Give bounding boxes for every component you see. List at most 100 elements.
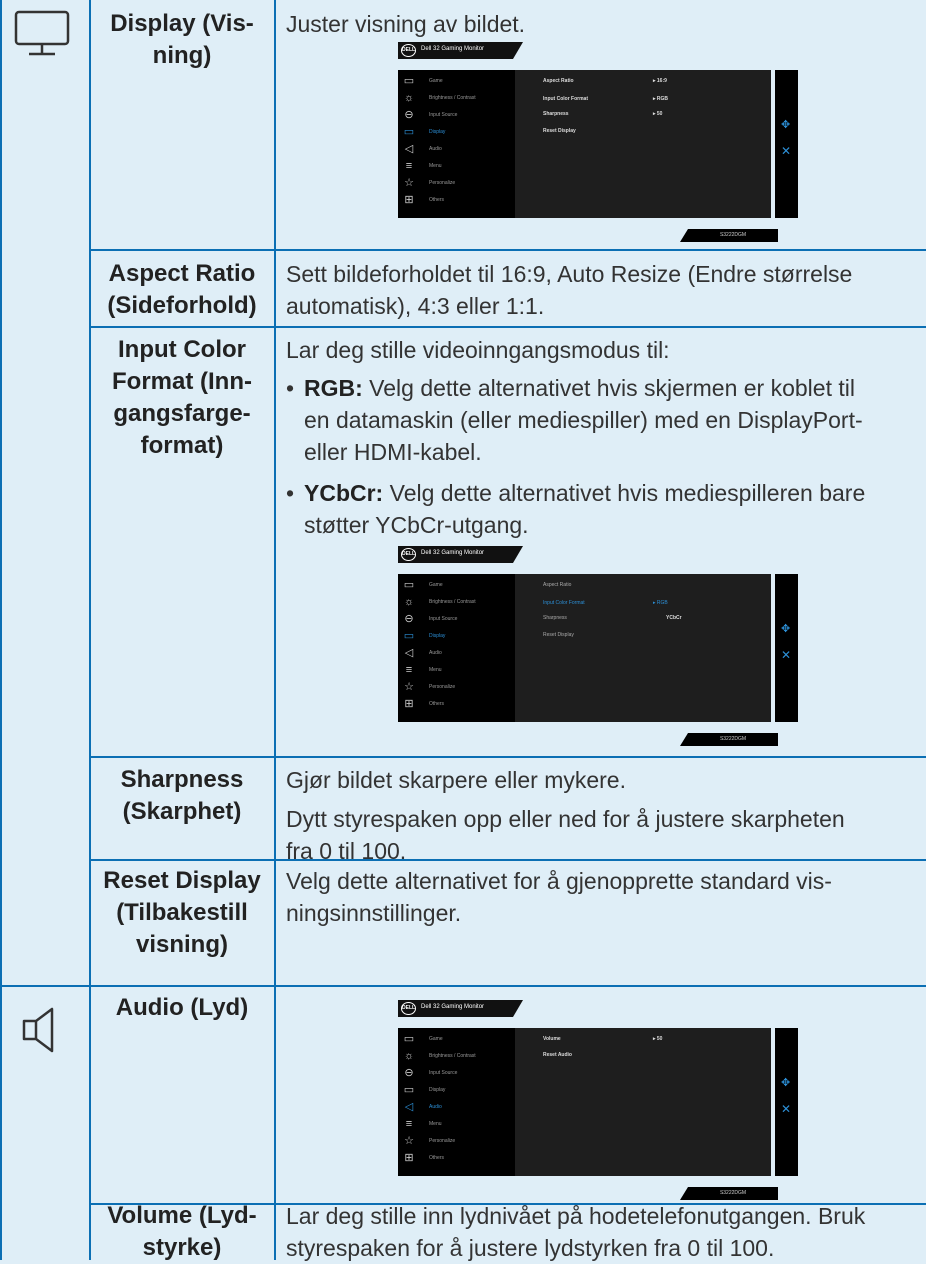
reset-display-label: Reset Display (Tilbakestill visning) — [103, 867, 261, 958]
osd-brand: Dell 32 Gaming Monitor — [421, 550, 485, 556]
osd-nav-column: ✥ ✕ — [775, 1028, 798, 1176]
osd-value: ▸ 50 — [653, 111, 663, 117]
audio-icon: ◁ — [404, 647, 414, 659]
brightness-icon: ☼ — [403, 1050, 415, 1062]
osd-panel: ▭ Game ☼ Brightness / Contrast ⊖ Input Sour… — [398, 574, 771, 722]
joystick-icon: ✥ — [781, 1077, 791, 1089]
speaker-icon — [20, 1005, 64, 1060]
osd-panel: ▭ Game ☼ Brightness / Contrast ⊖ Input Sour… — [398, 70, 771, 218]
osd-screenshot-input-color: DELL Dell 32 Gaming Monitor ▭ Game ☼ Brigh… — [398, 546, 798, 746]
display-icon: ▭ — [403, 630, 415, 642]
dell-logo-icon: DELL — [401, 548, 416, 561]
osd-option: Reset Audio — [543, 1052, 572, 1058]
table-border-col1 — [89, 0, 91, 1260]
aspect-ratio-label: Aspect Ratio (Sideforhold) — [107, 260, 257, 319]
osd-option: Volume — [543, 1036, 561, 1042]
game-icon: ▭ — [403, 75, 415, 87]
sharpness-description-2: Dytt styrespaken opp eller ned for å jus… — [286, 806, 845, 864]
osd-menu: ▭ Game ☼ Brightness / Contrast ⊖ Input Sour… — [398, 574, 515, 722]
others-icon: ⊞ — [404, 194, 414, 206]
osd-menu: ▭ Game ☼ Brightness / Contrast ⊖ Input Sour… — [398, 1028, 515, 1176]
sharpness-description: Gjør bildet skarpere eller mykere. — [286, 767, 626, 793]
row-divider — [0, 985, 926, 987]
row-divider — [89, 756, 926, 758]
bullet-rgb: • RGB: Velg dette alternativet hvis skje… — [286, 372, 918, 468]
brightness-icon: ☼ — [403, 92, 415, 104]
osd-screenshot-display: DELL Dell 32 Gaming Monitor ▭ Game ☼ Brigh… — [398, 42, 798, 242]
dell-logo-icon: DELL — [401, 44, 416, 57]
menu-icon: ≡ — [405, 664, 413, 676]
osd-option: Input Color Format — [543, 96, 588, 102]
osd-brand: Dell 32 Gaming Monitor — [421, 46, 485, 52]
osd-panel: ▭ Game ☼ Brightness / Contrast ⊖ Input Sour… — [398, 1028, 771, 1176]
bullet-ycbcr: • YCbCr: Velg dette alternativet hvis me… — [286, 477, 918, 541]
close-icon: ✕ — [781, 648, 792, 662]
display-icon: ▭ — [403, 1084, 415, 1096]
bullet-text: Velg dette alternativet hvis mediespille… — [304, 480, 866, 538]
osd-value: YCbCr — [666, 615, 682, 621]
monitor-icon — [14, 10, 70, 63]
bullet-label: YCbCr: — [304, 480, 384, 506]
sharpness-label: Sharpness (Skarphet) — [120, 766, 244, 825]
close-icon: ✕ — [781, 1102, 792, 1116]
display-icon: ▭ — [403, 126, 415, 138]
osd-brand: Dell 32 Gaming Monitor — [421, 1004, 485, 1010]
osd-value: ▸ 16:9 — [653, 78, 667, 84]
audio-icon: ◁ — [404, 143, 414, 155]
osd-menu: ▭ Game ☼ Brightness / Contrast ⊖ Input Sour… — [398, 70, 515, 218]
input-source-icon: ⊖ — [404, 109, 414, 121]
osd-title-bar: DELL Dell 32 Gaming Monitor — [398, 1000, 523, 1017]
input-source-icon: ⊖ — [404, 1067, 414, 1079]
table-border-col2 — [274, 0, 276, 1260]
joystick-icon: ✥ — [781, 623, 791, 635]
others-icon: ⊞ — [404, 698, 414, 710]
personalize-icon: ☆ — [404, 681, 414, 693]
brightness-icon: ☼ — [403, 596, 415, 608]
osd-title-bar: DELL Dell 32 Gaming Monitor — [398, 546, 523, 563]
input-source-icon: ⊖ — [404, 613, 414, 625]
osd-option: Aspect Ratio — [543, 78, 574, 84]
osd-screenshot-audio: DELL Dell 32 Gaming Monitor ▭ Game ☼ Brigh… — [398, 1000, 798, 1200]
bullet-label: RGB: — [304, 375, 363, 401]
osd-option: Aspect Ratio — [543, 582, 572, 588]
aspect-ratio-description: Sett bildeforholdet til 16:9, Auto Resiz… — [286, 261, 853, 319]
osd-option: Sharpness — [543, 111, 569, 117]
osd-option: Reset Display — [543, 632, 574, 638]
osd-value-selected: ▸ RGB — [653, 600, 668, 606]
osd-model: S3222DGM — [680, 1187, 778, 1200]
personalize-icon: ☆ — [404, 177, 414, 189]
game-icon: ▭ — [403, 1033, 415, 1045]
osd-value: ▸ RGB — [653, 96, 669, 102]
osd-option: Reset Display — [543, 128, 576, 134]
osd-model: S3222DGM — [680, 229, 778, 242]
row-divider — [89, 326, 926, 328]
bullet-text: Velg dette alternativet hvis skjermen er… — [304, 375, 863, 465]
input-color-format-description: Lar deg stille videoinngangsmodus til: — [286, 337, 670, 363]
audio-label: Audio (Lyd) — [115, 994, 249, 1021]
reset-display-description: Velg dette alternativet for å gjenoppret… — [286, 868, 832, 926]
osd-model: S3222DGM — [680, 733, 778, 746]
osd-option: Sharpness — [543, 615, 567, 621]
personalize-icon: ☆ — [404, 1135, 414, 1147]
display-description: Juster visning av bildet. — [286, 11, 526, 37]
display-label: Display (Vis- ning) — [110, 10, 254, 69]
volume-description: Lar deg stille inn lydnivået på hodetele… — [286, 1203, 866, 1261]
game-icon: ▭ — [403, 579, 415, 591]
dell-logo-icon: DELL — [401, 1002, 416, 1015]
volume-label: Volume (Lyd- styrke) — [107, 1202, 257, 1261]
joystick-icon: ✥ — [781, 119, 791, 131]
osd-option-selected: Input Color Format — [543, 600, 585, 606]
table-border-left — [0, 0, 2, 1260]
row-divider — [89, 249, 926, 251]
others-icon: ⊞ — [404, 1152, 414, 1164]
audio-icon: ◁ — [404, 1101, 414, 1113]
osd-value: ▸ 50 — [653, 1036, 663, 1042]
menu-icon: ≡ — [405, 1118, 413, 1130]
close-icon: ✕ — [781, 144, 792, 158]
menu-icon: ≡ — [405, 160, 413, 172]
bullet-dot: • — [286, 480, 295, 506]
osd-nav-column: ✥ ✕ — [775, 574, 798, 722]
osd-title-bar: DELL Dell 32 Gaming Monitor — [398, 42, 523, 59]
input-color-format-label: Input Color Format (Inn- gangsfarge- for… — [112, 336, 252, 459]
osd-nav-column: ✥ ✕ — [775, 70, 798, 218]
